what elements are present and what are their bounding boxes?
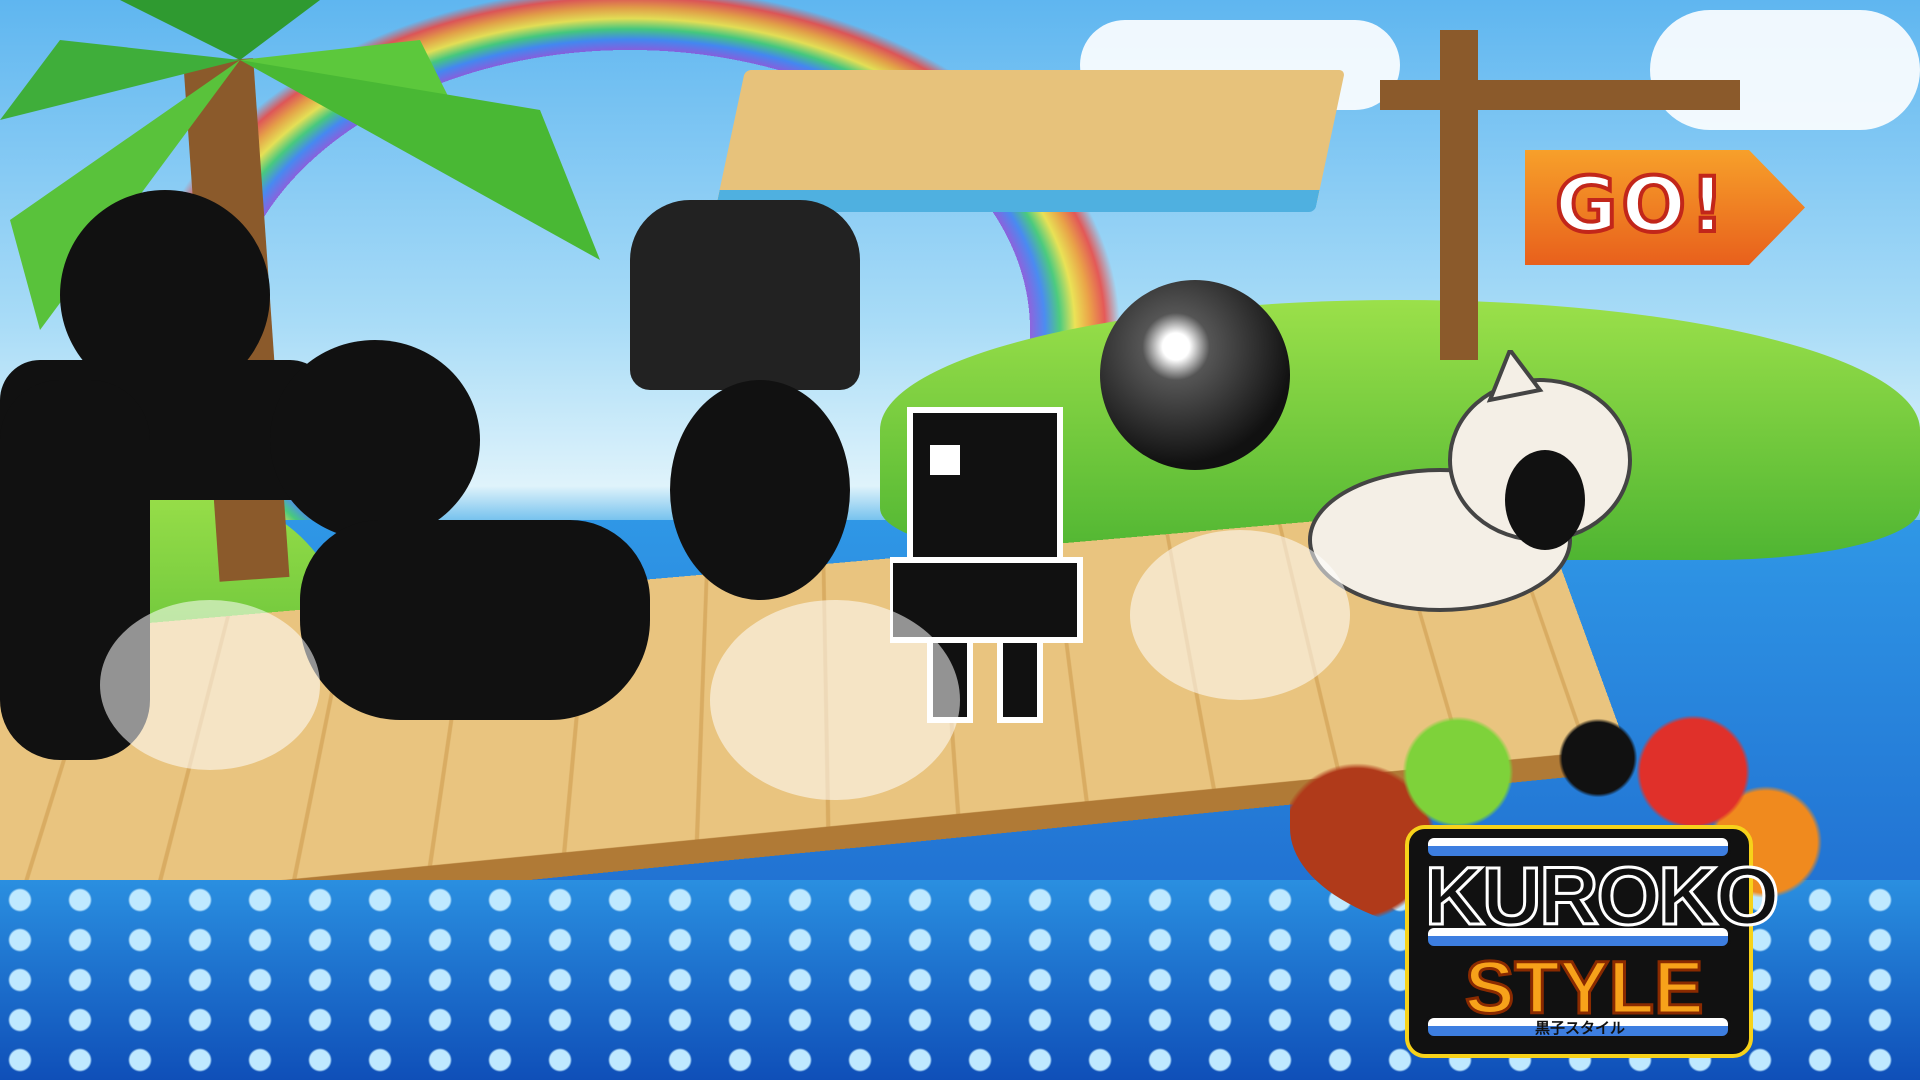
silhouette-motorcycle bbox=[300, 520, 650, 720]
sign-beam bbox=[1380, 80, 1740, 110]
dust-puff bbox=[100, 600, 320, 770]
silhouette-chef-hat bbox=[630, 200, 860, 390]
distant-pier bbox=[714, 70, 1346, 212]
dust-puff bbox=[1130, 530, 1350, 700]
bomb bbox=[1100, 280, 1290, 470]
logo-title-kuroko: KUROKO bbox=[1423, 850, 1780, 944]
go-sign-text: GO! bbox=[1553, 158, 1729, 251]
cloud bbox=[1650, 10, 1920, 130]
logo-subtitle-jp: 黒子スタイル bbox=[1535, 1019, 1626, 1037]
dust-puff bbox=[710, 600, 960, 800]
silhouette-helmet-rider bbox=[270, 340, 480, 540]
silhouette-chef bbox=[670, 380, 850, 600]
